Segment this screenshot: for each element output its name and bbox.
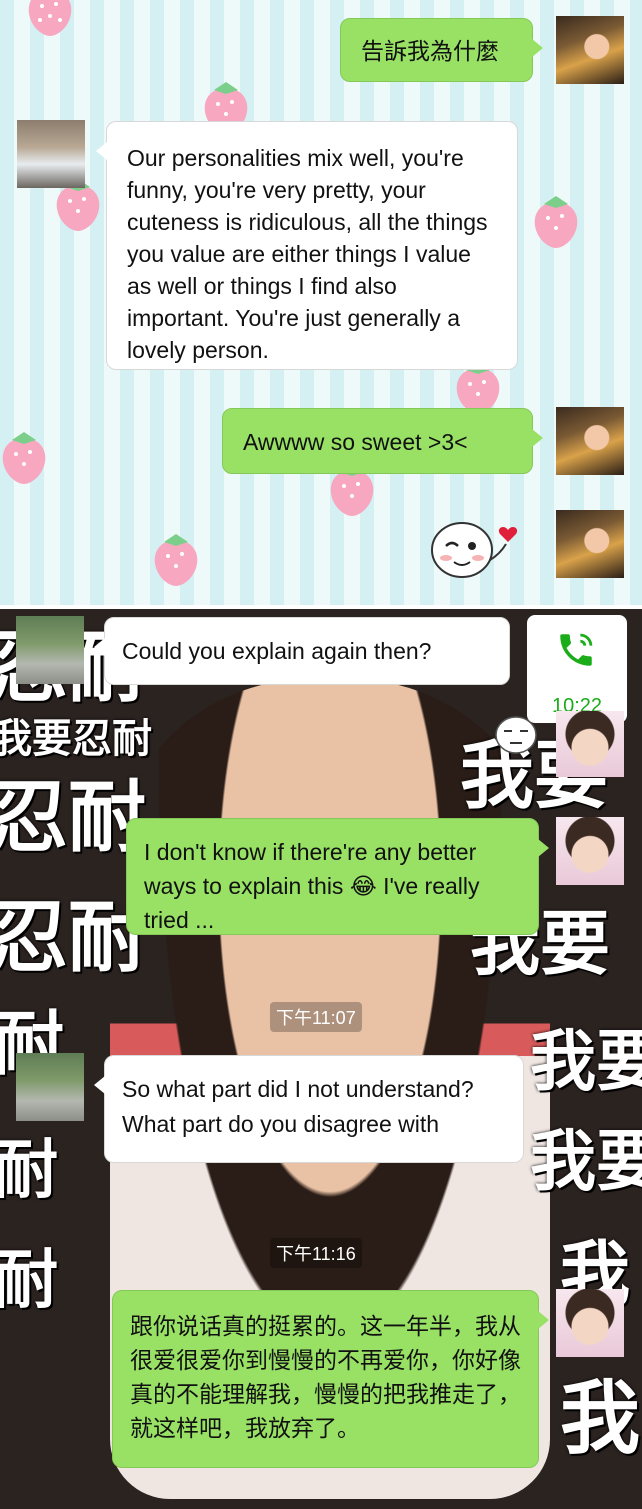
avatar-self[interactable] (556, 16, 624, 84)
message-bubble-sent[interactable]: I don't know if there're any better ways… (126, 818, 549, 935)
message-bubble-received[interactable]: Could you explain again then? (94, 617, 510, 685)
sleepy-face-sticker (495, 716, 537, 754)
avatar-self[interactable] (556, 1289, 624, 1357)
message-bubble-received[interactable]: Our personalities mix well, you're funny… (96, 121, 518, 370)
avatar-self[interactable] (556, 407, 624, 475)
meme-text: 我要 (530, 1123, 642, 1200)
message-text: Awwww so sweet >3< (243, 429, 468, 455)
meme-text: 我要 (530, 1023, 642, 1100)
message-text: I don't know if there're any better ways… (144, 839, 480, 933)
strawberry-icon (534, 196, 578, 248)
meme-text: 我要忍耐 (0, 716, 152, 762)
strawberry-icon (28, 0, 72, 36)
phone-icon (560, 633, 593, 666)
timestamp: 下午11:16 (270, 1238, 362, 1268)
message-bubble-sent[interactable]: Awwww so sweet >3< (222, 408, 543, 474)
meme-text: 耐 (0, 1134, 58, 1208)
meme-text: 忍耐 (0, 893, 147, 983)
winking-face-heart-sticker[interactable] (428, 516, 524, 582)
voice-call-card[interactable]: 10:22 (527, 615, 627, 723)
meme-text: 耐 (0, 1244, 58, 1318)
chat-panel-bottom: 忍耐 我要忍耐 忍耐 忍耐 耐 耐 耐 我要 我要 我要 我要 我 我 Coul… (0, 609, 642, 1509)
avatar-self[interactable] (556, 711, 624, 777)
meme-text: 忍耐 (0, 773, 147, 863)
message-bubble-sent[interactable]: 告訴我為什麼 (340, 18, 543, 82)
avatar-contact[interactable] (16, 1053, 84, 1121)
strawberry-icon (2, 432, 46, 484)
chat-panel-top: 告訴我為什麼 Our personalities mix well, you'r… (0, 0, 642, 605)
message-text: So what part did I not understand? What … (122, 1076, 474, 1137)
strawberry-icon (154, 534, 198, 586)
message-text: Our personalities mix well, you're funny… (127, 145, 488, 363)
message-text: 告訴我為什麼 (361, 38, 499, 64)
avatar-self[interactable] (556, 817, 624, 885)
avatar-contact[interactable] (17, 120, 85, 188)
timestamp: 下午11:07 (270, 1002, 362, 1032)
message-bubble-received[interactable]: So what part did I not understand? What … (94, 1055, 524, 1163)
message-text: Could you explain again then? (122, 638, 432, 664)
meme-text: 我 (560, 1372, 640, 1465)
avatar-contact[interactable] (16, 616, 84, 684)
message-text: 跟你说话真的挺累的。这一年半，我从很爱很爱你到慢慢的不再爱你，你好像真的不能理解… (130, 1313, 521, 1441)
avatar-self[interactable] (556, 510, 624, 578)
message-bubble-sent[interactable]: 跟你说话真的挺累的。这一年半，我从很爱很爱你到慢慢的不再爱你，你好像真的不能理解… (112, 1290, 549, 1468)
